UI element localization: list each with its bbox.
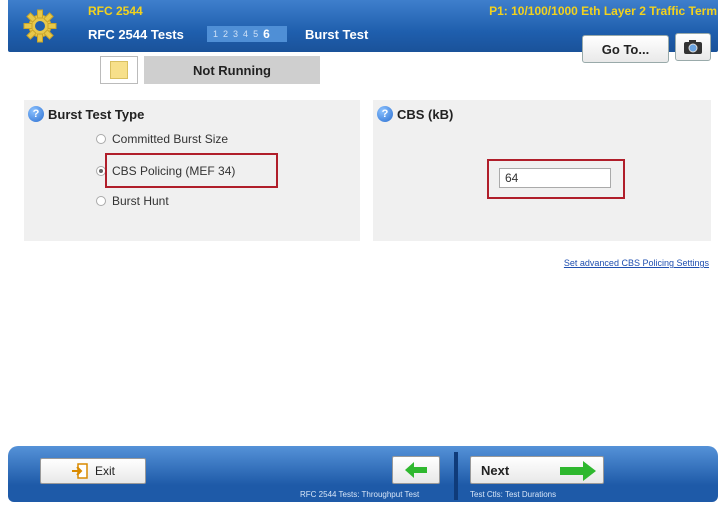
exit-label: Exit <box>94 464 115 478</box>
exit-button[interactable]: Exit <box>40 458 146 484</box>
camera-button[interactable] <box>675 33 711 61</box>
right-arrow-icon <box>560 461 596 481</box>
highlight-box <box>487 159 625 199</box>
camera-icon <box>684 40 702 54</box>
help-icon[interactable]: ? <box>377 106 393 122</box>
page-title: Burst Test <box>305 27 369 42</box>
cbs-heading: ? CBS (kB) <box>377 106 453 122</box>
exit-icon <box>71 463 88 479</box>
option-committed-burst-size[interactable]: Committed Burst Size <box>96 132 228 146</box>
next-button[interactable]: Next <box>470 456 604 484</box>
tests-label: RFC 2544 Tests <box>88 27 184 42</box>
next-label: Next <box>481 463 510 478</box>
option-label: Burst Hunt <box>112 194 169 208</box>
cbs-title: CBS (kB) <box>397 106 454 122</box>
left-arrow-icon <box>405 462 427 478</box>
app-window: RFC 2544 P1: 10/100/1000 Eth Layer 2 Tra… <box>0 0 725 509</box>
step-5[interactable]: 5 <box>253 29 258 39</box>
next-caption: Test Ctls: Test Durations <box>470 490 557 499</box>
app-title: RFC 2544 <box>88 4 143 18</box>
footer-divider <box>454 452 458 500</box>
step-indicator: 1 2 3 4 5 6 <box>207 26 287 42</box>
burst-type-title: Burst Test Type <box>48 106 145 122</box>
back-caption: RFC 2544 Tests: Throughput Test <box>300 490 420 499</box>
port-label: P1: 10/100/1000 Eth Layer 2 Traffic Term <box>489 4 717 18</box>
option-label: Committed Burst Size <box>112 132 229 146</box>
step-3[interactable]: 3 <box>233 29 238 39</box>
back-button[interactable] <box>392 456 440 484</box>
highlight-box <box>105 153 278 188</box>
radio-icon[interactable] <box>96 196 106 206</box>
goto-button[interactable]: Go To... <box>582 35 669 63</box>
step-current[interactable]: 6 <box>263 27 270 41</box>
step-1[interactable]: 1 <box>213 29 218 39</box>
help-icon[interactable]: ? <box>28 106 44 122</box>
advanced-settings-link[interactable]: Set advanced CBS Policing Settings <box>564 258 709 268</box>
radio-icon[interactable] <box>96 134 106 144</box>
option-burst-hunt[interactable]: Burst Hunt <box>96 194 169 208</box>
status-indicator-button[interactable] <box>100 56 138 84</box>
gear-icon <box>23 9 57 43</box>
status-text: Not Running <box>144 56 320 84</box>
step-2[interactable]: 2 <box>223 29 228 39</box>
burst-type-heading: ? Burst Test Type <box>28 106 144 122</box>
step-4[interactable]: 4 <box>243 29 248 39</box>
status-indicator-icon <box>110 61 128 79</box>
